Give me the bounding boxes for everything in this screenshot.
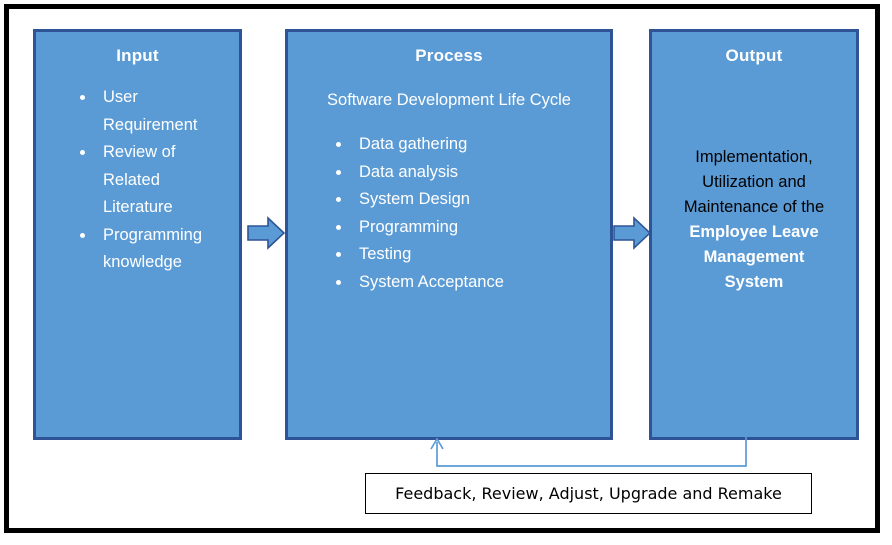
output-line: Utilization and xyxy=(702,173,806,191)
list-item: System Acceptance xyxy=(330,269,602,297)
list-item: Data analysis xyxy=(330,159,602,187)
feedback-label: Feedback, Review, Adjust, Upgrade and Re… xyxy=(395,484,782,503)
list-item: System Design xyxy=(330,186,602,214)
input-item-list: User Requirement Review of Related Liter… xyxy=(74,84,231,277)
list-item: User Requirement xyxy=(74,84,231,139)
process-item-list: Data gathering Data analysis System Desi… xyxy=(330,131,602,296)
output-system-name-line: Management xyxy=(703,248,805,266)
process-box: Process Software Development Life Cycle … xyxy=(285,29,613,440)
process-title: Process xyxy=(415,46,483,65)
list-item: Review of Related Literature xyxy=(74,139,231,222)
list-item: Programming xyxy=(330,214,602,242)
output-title: Output xyxy=(725,46,783,65)
feedback-loop-arrow-icon xyxy=(425,436,761,476)
list-item: Data gathering xyxy=(330,131,602,159)
output-system-name-line: Employee Leave xyxy=(689,223,819,241)
output-system-name-line: System xyxy=(724,273,784,291)
output-box: Output Implementation, Utilization and M… xyxy=(649,29,859,440)
output-line: Maintenance of the xyxy=(683,198,825,216)
arrow-right-icon-input-to-process xyxy=(247,216,286,250)
output-description: Implementation, Utilization and Maintena… xyxy=(652,145,856,295)
list-item: Testing xyxy=(330,241,602,269)
output-line: Implementation, xyxy=(695,148,813,166)
feedback-caption-box: Feedback, Review, Adjust, Upgrade and Re… xyxy=(365,473,812,514)
list-item: Programming knowledge xyxy=(74,222,231,277)
diagram-canvas: Input User Requirement Review of Related… xyxy=(0,0,892,545)
process-subtitle: Software Development Life Cycle xyxy=(327,91,571,109)
input-title: Input xyxy=(116,46,159,65)
input-box: Input User Requirement Review of Related… xyxy=(33,29,242,440)
arrow-right-icon-process-to-output xyxy=(613,216,652,250)
